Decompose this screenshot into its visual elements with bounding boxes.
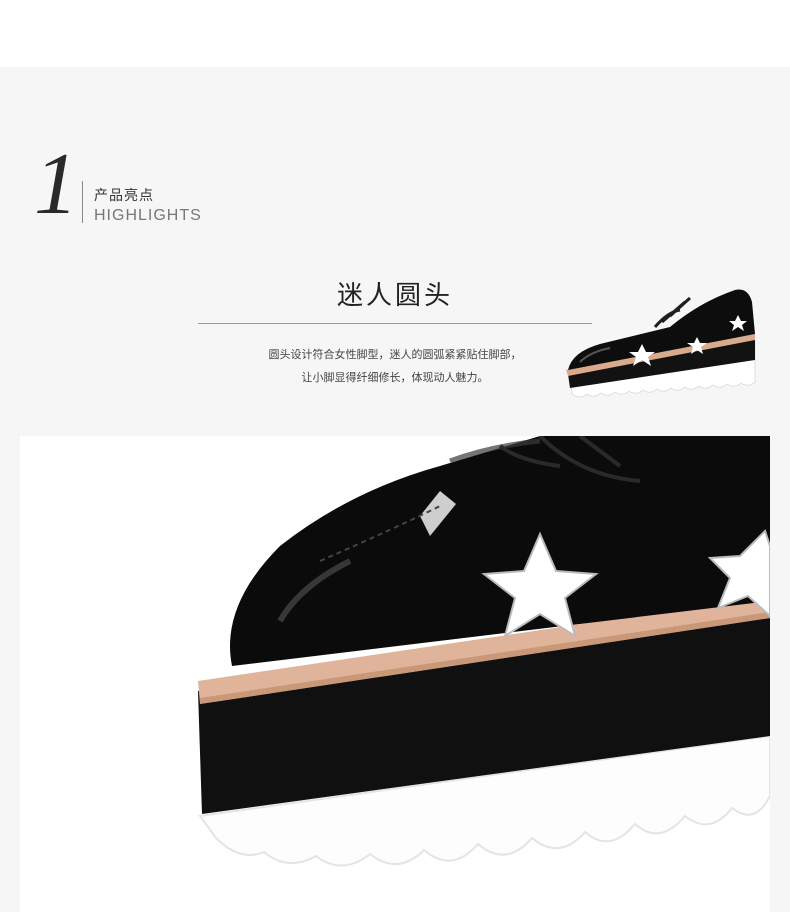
feature-description-line-1: 圆头设计符合女性脚型，迷人的圆弧紧紧贴住脚部，: [268, 348, 522, 361]
highlights-title-en: HIGHLIGHTS: [94, 207, 202, 224]
shoe-thumbnail-image: [566, 289, 756, 398]
highlights-title-cn: 产品亮点: [94, 188, 154, 204]
section-number: 1: [34, 136, 78, 233]
feature-divider: [198, 323, 592, 324]
feature-title: 迷人圆头: [336, 281, 453, 311]
feature-description-line-2: 让小脚显得纤细修长，体现动人魅力。: [301, 371, 489, 384]
divider: [82, 181, 83, 223]
shoe-closeup-image: [20, 436, 770, 912]
